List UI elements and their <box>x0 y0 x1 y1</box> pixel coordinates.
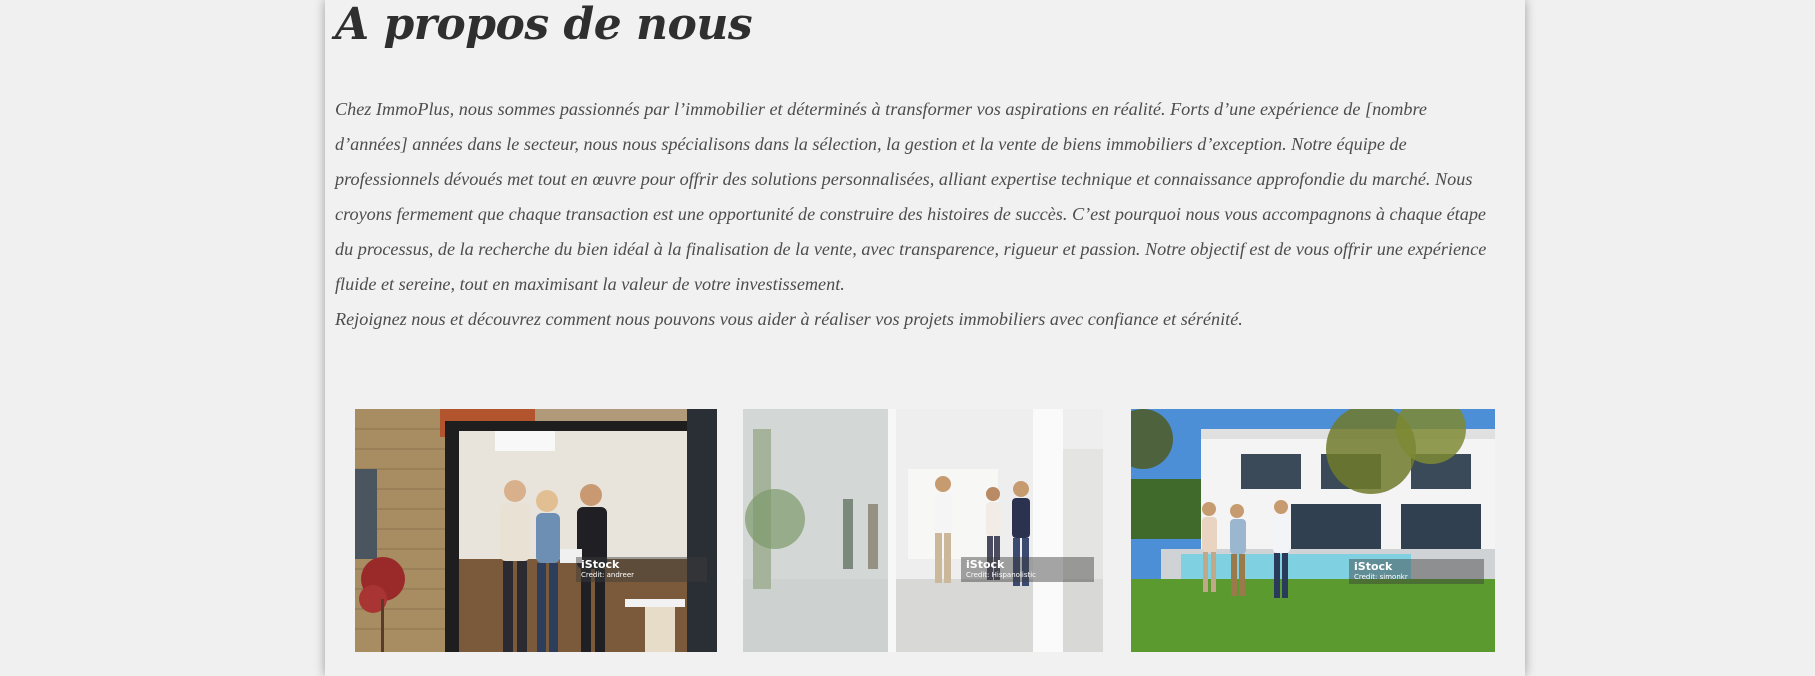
gallery-photo-bright-interior: iStock Credit: Hispanolistic <box>743 409 1103 652</box>
watermark-credit: Credit: simonkr <box>1354 573 1408 581</box>
watermark-badge: iStock Credit: andreer <box>576 557 707 582</box>
about-text: Chez ImmoPlus, nous sommes passionnés pa… <box>335 92 1495 337</box>
watermark-brand: iStock <box>1354 560 1393 573</box>
watermark-credit: Credit: andreer <box>581 571 635 579</box>
watermark-brand: iStock <box>581 558 620 571</box>
about-section: A propos de nous Chez ImmoPlus, nous som… <box>335 0 1505 337</box>
watermark-credit: Credit: Hispanolistic <box>966 571 1037 579</box>
about-paragraph: Rejoignez nous et découvrez comment nous… <box>335 309 1243 329</box>
watermark-badge: iStock Credit: simonkr <box>1349 559 1484 584</box>
watermark-badge: iStock Credit: Hispanolistic <box>961 557 1094 582</box>
page-title: A propos de nous <box>335 0 753 50</box>
gallery-photo-villa-pool: iStock Credit: simonkr <box>1131 409 1495 652</box>
about-paragraph: Chez ImmoPlus, nous sommes passionnés pa… <box>335 99 1487 294</box>
watermark-brand: iStock <box>966 558 1005 571</box>
page-container: A propos de nous Chez ImmoPlus, nous som… <box>325 0 1525 676</box>
gallery-photo-couple-doorway: iStock Credit: andreer <box>355 409 717 652</box>
